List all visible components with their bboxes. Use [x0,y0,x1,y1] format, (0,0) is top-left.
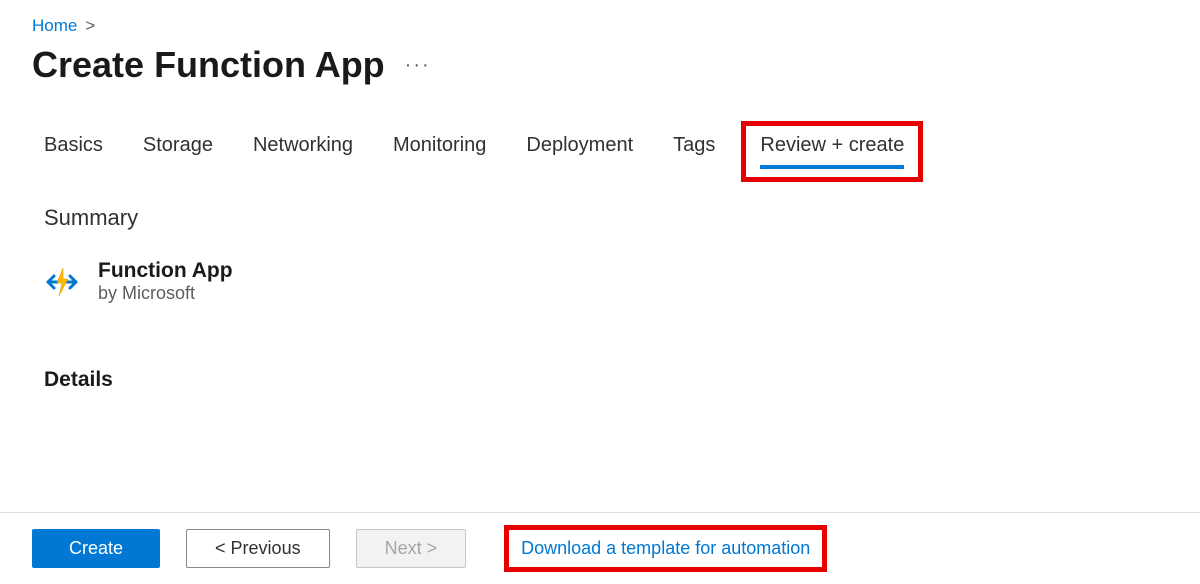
footer: Create < Previous Next > Download a temp… [0,512,1200,584]
tab-review-create[interactable]: Review + create [760,134,904,169]
details-heading: Details [44,368,1168,392]
tab-networking[interactable]: Networking [253,134,353,169]
page-title-row: Create Function App ··· [32,44,1168,86]
breadcrumb-home-link[interactable]: Home [32,16,77,36]
tabs: Basics Storage Networking Monitoring Dep… [44,134,1168,169]
previous-button[interactable]: < Previous [186,529,330,568]
page-title: Create Function App [32,44,385,86]
highlight-download-link: Download a template for automation [504,525,827,572]
summary-heading: Summary [44,205,1168,231]
tab-basics[interactable]: Basics [44,134,103,169]
highlight-review-create: Review + create [741,121,923,182]
create-button[interactable]: Create [32,529,160,568]
summary-app-text: Function App by Microsoft [98,259,233,304]
summary-app-name: Function App [98,259,233,283]
download-template-link[interactable]: Download a template for automation [521,538,810,558]
tab-storage[interactable]: Storage [143,134,213,169]
summary-app-publisher: by Microsoft [98,283,233,304]
summary-app-row: Function App by Microsoft [40,259,1168,304]
tab-tags[interactable]: Tags [673,134,715,169]
breadcrumb: Home > [32,16,1168,36]
more-icon[interactable]: ··· [401,50,435,81]
next-button: Next > [356,529,467,568]
tab-monitoring[interactable]: Monitoring [393,134,486,169]
chevron-right-icon: > [85,16,95,36]
function-app-icon [40,260,84,304]
tab-deployment[interactable]: Deployment [526,134,633,169]
